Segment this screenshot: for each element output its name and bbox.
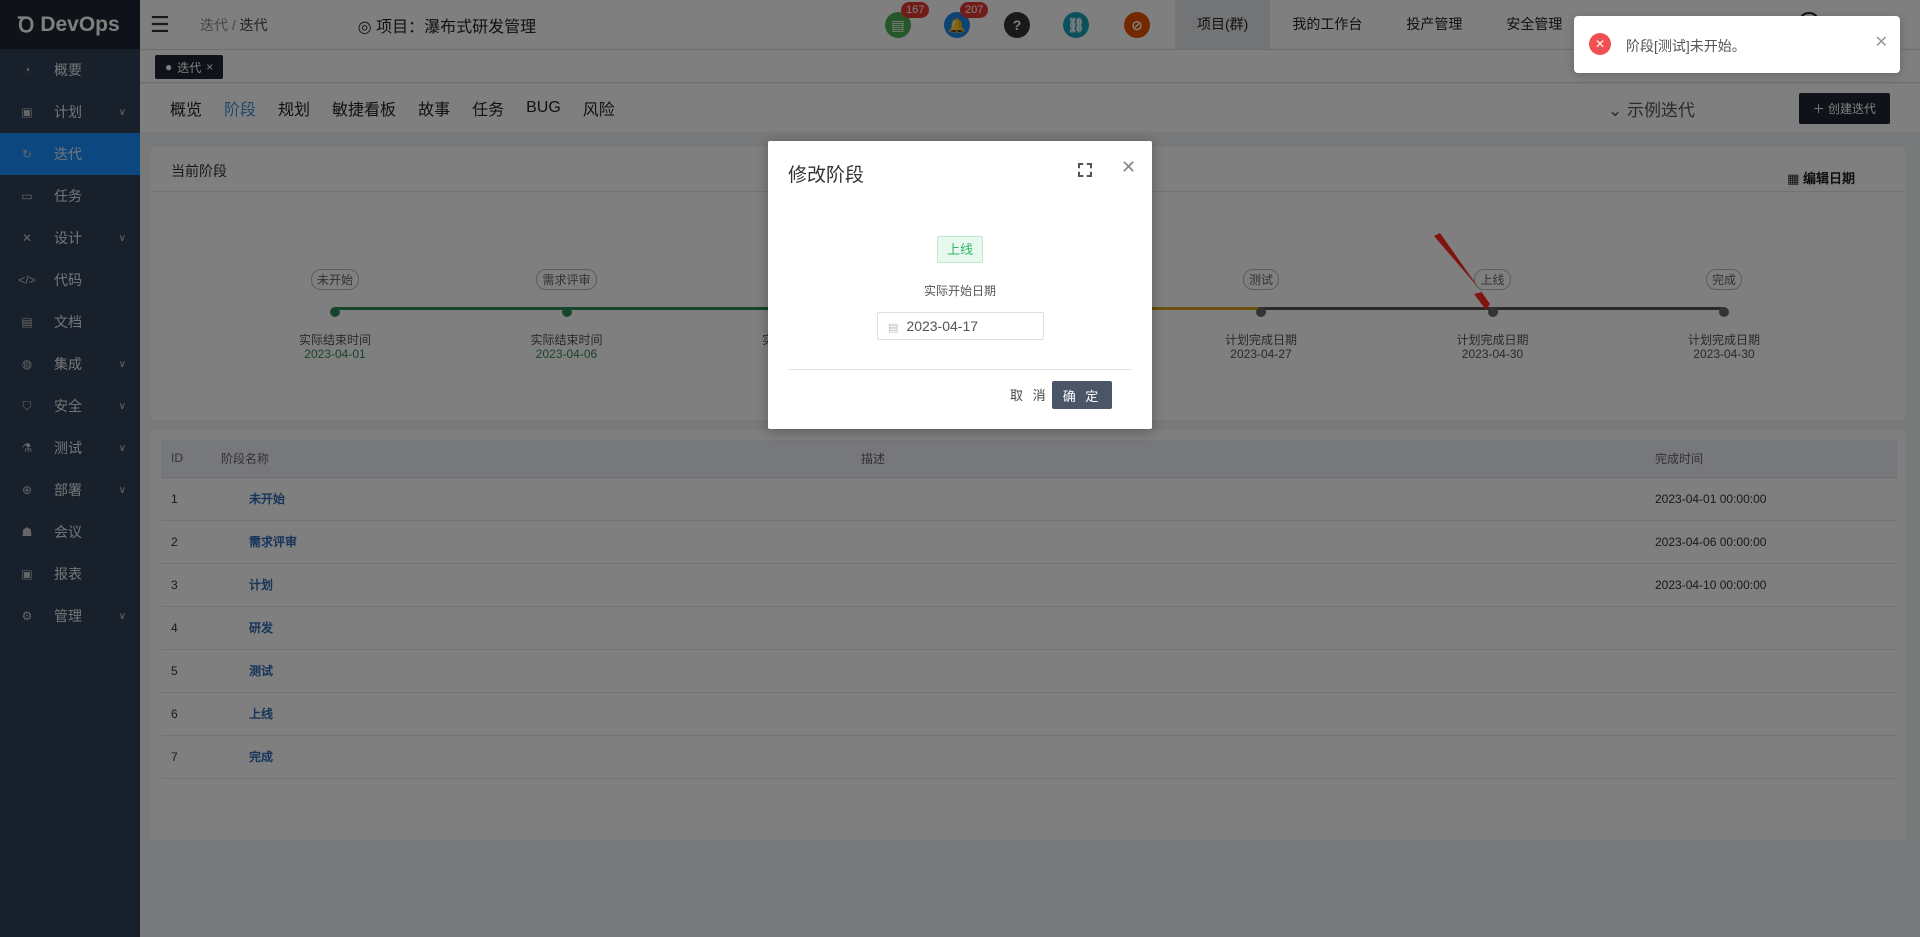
cancel-button[interactable]: 取 消 [1010,385,1049,404]
close-icon[interactable]: ✕ [1121,157,1136,178]
calendar-icon: ▤ [888,322,899,334]
error-icon: ✕ [1589,33,1611,55]
divider [788,369,1132,370]
error-toast: ✕ 阶段[测试]未开始。 ✕ [1574,16,1900,73]
fullscreen-icon[interactable] [1078,163,1092,177]
modal-title: 修改阶段 [788,165,865,186]
stage-tag: 上线 [937,236,983,263]
edit-stage-modal: 修改阶段 ✕ 上线 实际开始日期 ▤ 2023-04-17 取 消 确 定 [768,141,1152,429]
confirm-button[interactable]: 确 定 [1052,381,1112,409]
toast-close-icon[interactable]: ✕ [1875,32,1888,52]
date-input[interactable]: ▤ 2023-04-17 [877,312,1044,340]
toast-message: 阶段[测试]未开始。 [1626,38,1746,54]
date-label: 实际开始日期 [923,284,996,298]
